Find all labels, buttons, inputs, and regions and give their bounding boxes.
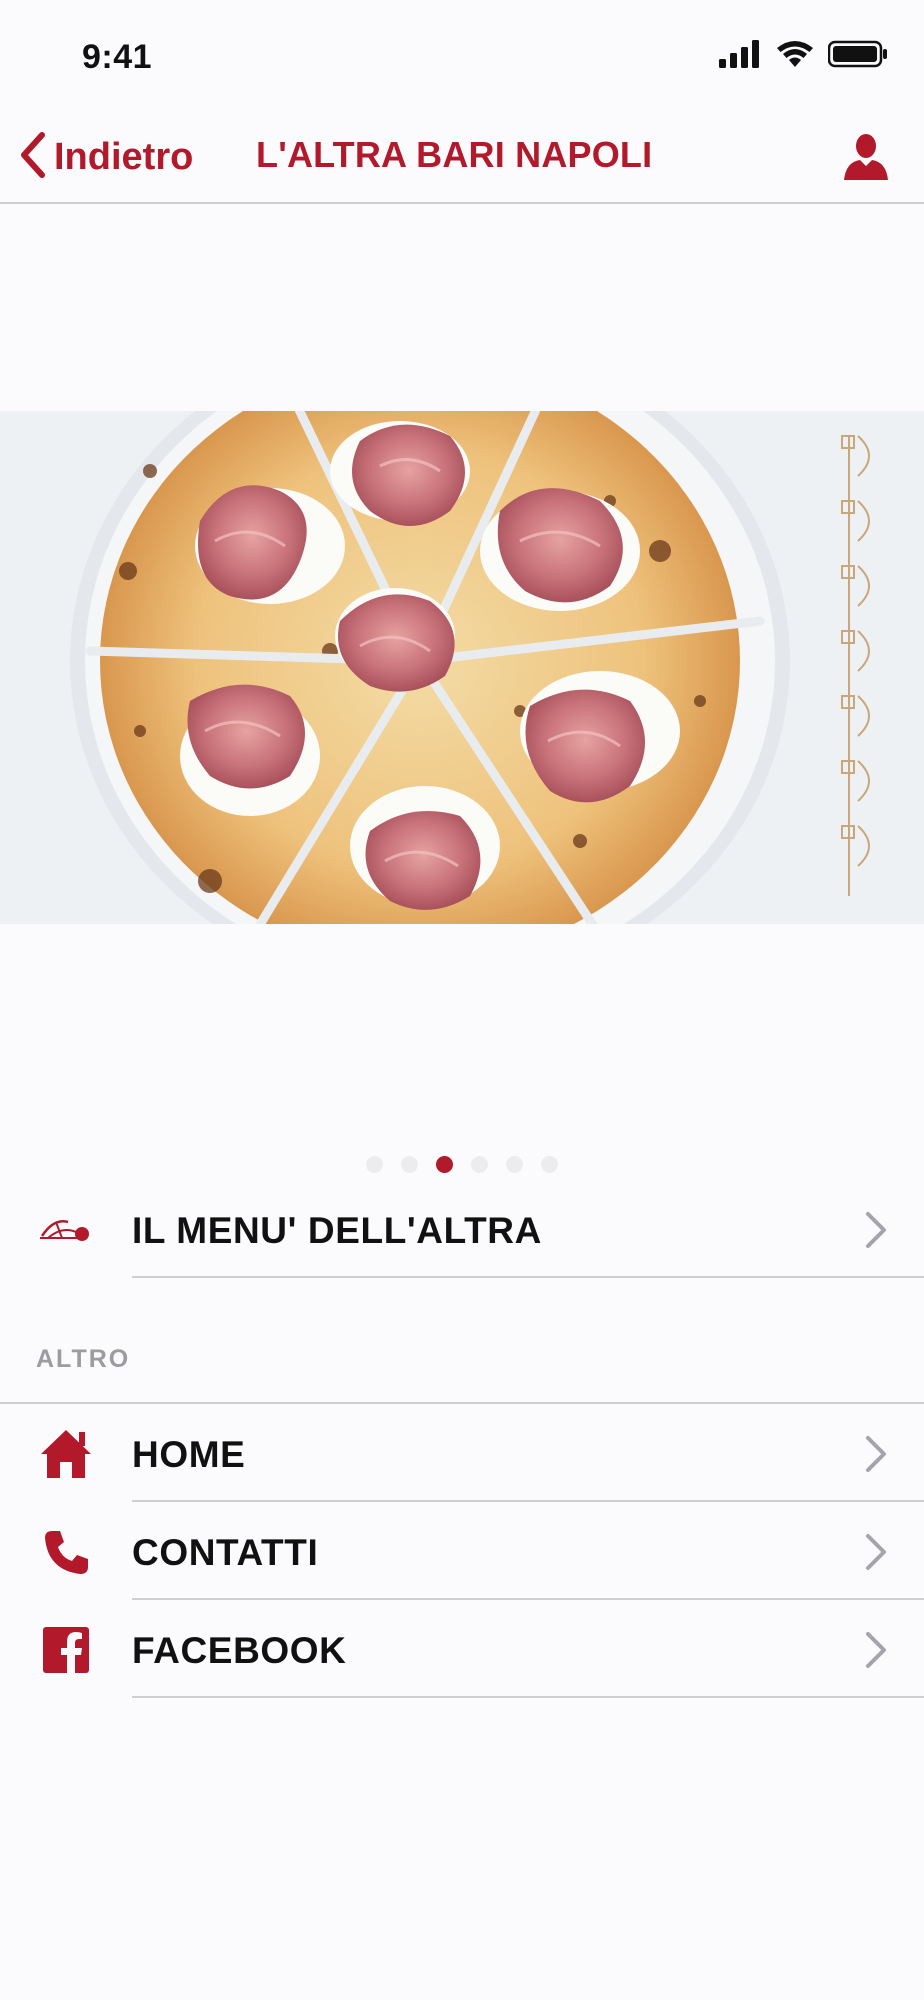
- page-dot[interactable]: [506, 1156, 523, 1173]
- page-dot[interactable]: [401, 1156, 418, 1173]
- status-bar: 9:41: [0, 0, 924, 110]
- chevron-right-icon: [864, 1434, 888, 1479]
- link-row-facebook[interactable]: FACEBOOK: [0, 1600, 924, 1698]
- chevron-right-icon: [864, 1210, 888, 1255]
- page-dot[interactable]: [471, 1156, 488, 1173]
- signal-icon: [718, 40, 762, 73]
- back-label: Indietro: [54, 135, 194, 178]
- status-icons: [718, 40, 888, 73]
- section-header: ALTRO: [36, 1345, 131, 1373]
- link-label: CONTATTI: [132, 1532, 319, 1573]
- link-label: FACEBOOK: [132, 1630, 347, 1671]
- page-dot[interactable]: [366, 1156, 383, 1173]
- link-row-contatti[interactable]: CONTATTI: [0, 1502, 924, 1600]
- chevron-right-icon: [864, 1630, 888, 1675]
- divider: [132, 1276, 924, 1278]
- app-screen: 9:41 Indietro L'ALTRA BARI NAPOLI IL MEN…: [0, 0, 924, 2000]
- menu-row-label: IL MENU' DELL'ALTRA: [132, 1210, 542, 1251]
- user-icon: [842, 134, 890, 186]
- phone-icon: [36, 1526, 96, 1578]
- menu-row[interactable]: IL MENU' DELL'ALTRA: [0, 1180, 924, 1278]
- home-icon: [36, 1428, 96, 1480]
- restaurant-logo-icon: [36, 1204, 96, 1256]
- back-button[interactable]: Indietro: [18, 130, 193, 184]
- link-row-home[interactable]: HOME: [0, 1404, 924, 1502]
- divider: [132, 1696, 924, 1698]
- pizza-photo: [0, 411, 924, 924]
- chevron-right-icon: [864, 1532, 888, 1577]
- battery-icon: [827, 40, 888, 73]
- hero-carousel[interactable]: [0, 411, 924, 924]
- carousel-page-indicator[interactable]: [0, 1156, 924, 1174]
- facebook-icon: [36, 1624, 96, 1676]
- link-label: HOME: [132, 1434, 246, 1475]
- page-title: L'ALTRA BARI NAPOLI: [256, 134, 653, 175]
- profile-button[interactable]: [842, 132, 890, 182]
- page-dot[interactable]: [541, 1156, 558, 1173]
- navigation-bar: Indietro L'ALTRA BARI NAPOLI: [0, 110, 924, 204]
- chevron-left-icon: [18, 131, 46, 184]
- wifi-icon: [776, 40, 814, 73]
- page-dot-active[interactable]: [436, 1156, 453, 1173]
- status-time: 9:41: [82, 38, 153, 76]
